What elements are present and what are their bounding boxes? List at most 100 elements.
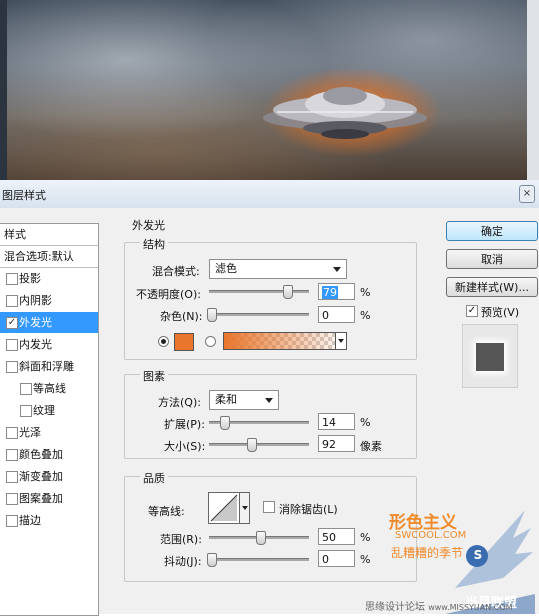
style-item[interactable]: 描边 [0, 510, 98, 531]
contour-curve-icon [210, 494, 238, 522]
style-item-label: 纹理 [33, 404, 55, 417]
blend-options-label: 混合选项:默认 [4, 250, 74, 263]
style-item-label: 描边 [19, 514, 41, 527]
contour-label: 等高线: [148, 505, 185, 518]
method-select[interactable]: 柔和 [209, 390, 279, 410]
style-preview-box [462, 324, 518, 388]
range-slider[interactable] [209, 531, 309, 545]
style-item[interactable]: 颜色叠加 [0, 444, 98, 465]
jitter-slider[interactable] [207, 553, 309, 567]
new-style-button[interactable]: 新建样式(W)... [446, 277, 538, 297]
style-item-checkbox[interactable] [6, 427, 18, 439]
solid-color-radio[interactable] [158, 336, 169, 347]
opacity-slider-thumb[interactable] [283, 285, 293, 299]
blend-mode-value: 滤色 [215, 262, 237, 275]
watermark: 形色主义 SWCOOL.COM 乱糟糟的季节 S 当月联盟 思缘设计论坛 www… [365, 508, 535, 614]
range-input[interactable]: 50 [318, 528, 355, 545]
opacity-value: 79 [322, 286, 338, 299]
style-item-checkbox[interactable] [6, 295, 18, 307]
noise-input[interactable]: 0 [318, 306, 355, 323]
preview-label: 预览(V) [481, 306, 520, 319]
size-slider-thumb[interactable] [247, 438, 257, 452]
chevron-down-icon [242, 506, 248, 510]
style-item[interactable]: 光泽 [0, 422, 98, 443]
antialias-checkbox[interactable] [263, 501, 275, 513]
noise-slider-thumb[interactable] [207, 308, 217, 322]
contour-dropdown[interactable] [239, 493, 249, 523]
style-preview-swatch [476, 343, 504, 371]
style-item-checkbox[interactable] [6, 339, 18, 351]
canvas-edge-left [0, 0, 7, 180]
gradient-picker[interactable] [223, 332, 347, 350]
jitter-input[interactable]: 0 [318, 550, 355, 567]
style-item[interactable]: 图案叠加 [0, 488, 98, 509]
dialog-title-bar[interactable]: 图层样式 × [0, 180, 539, 209]
style-item[interactable]: 等高线 [0, 378, 98, 399]
style-item-label: 投影 [19, 272, 41, 285]
glow-color-swatch[interactable] [174, 333, 194, 351]
watermark-slogan: 乱糟糟的季节 [391, 546, 464, 560]
spread-slider-thumb[interactable] [220, 416, 230, 430]
spread-input[interactable]: 14 [318, 413, 355, 430]
blend-mode-select[interactable]: 滤色 [209, 259, 347, 279]
spread-slider[interactable] [209, 416, 309, 430]
opacity-slider[interactable] [209, 285, 309, 299]
style-item-label: 外发光 [19, 316, 52, 329]
noise-label: 杂色(N): [160, 310, 203, 323]
size-slider[interactable] [209, 438, 309, 452]
opacity-label: 不透明度(O): [136, 288, 201, 301]
style-item-checkbox[interactable] [6, 273, 18, 285]
style-item-checkbox[interactable] [20, 405, 32, 417]
style-item-label: 等高线 [33, 382, 66, 395]
style-item-label: 图案叠加 [19, 492, 63, 505]
close-button[interactable]: × [519, 185, 535, 203]
quality-title: 品质 [140, 470, 168, 486]
gradient-dropdown[interactable] [335, 333, 346, 349]
style-item[interactable]: ✓ 外发光 [0, 312, 98, 333]
style-item[interactable]: 渐变叠加 [0, 466, 98, 487]
style-item-checkbox[interactable]: ✓ [6, 317, 18, 329]
style-item-label: 内阴影 [19, 294, 52, 307]
style-item-checkbox[interactable] [20, 383, 32, 395]
style-item-checkbox[interactable] [6, 515, 18, 527]
style-item[interactable]: 投影 [0, 268, 98, 289]
chevron-down-icon [333, 267, 341, 272]
check-icon: ✓ [7, 317, 17, 328]
gradient-radio[interactable] [205, 336, 216, 347]
opacity-unit: % [360, 286, 371, 299]
style-item-label: 内发光 [19, 338, 52, 351]
opacity-input[interactable]: 79 [318, 283, 355, 300]
noise-unit: % [360, 309, 371, 322]
canvas-preview-image [7, 0, 527, 180]
style-item[interactable]: 纹理 [0, 400, 98, 421]
range-unit: % [360, 531, 371, 544]
noise-slider[interactable] [207, 308, 309, 322]
jitter-slider-thumb[interactable] [207, 553, 217, 567]
style-item[interactable]: 斜面和浮雕 [0, 356, 98, 377]
antialias-label: 消除锯齿(L) [279, 503, 338, 516]
range-slider-thumb[interactable] [256, 531, 266, 545]
size-input[interactable]: 92 [318, 435, 355, 452]
preview-checkbox[interactable]: ✓ [466, 305, 478, 317]
cancel-button[interactable]: 取消 [446, 249, 538, 269]
style-item[interactable]: 内阴影 [0, 290, 98, 311]
styles-header[interactable]: 样式 [0, 224, 98, 246]
structure-title: 结构 [140, 236, 168, 252]
method-value: 柔和 [215, 393, 237, 406]
blend-options-default[interactable]: 混合选项:默认 [0, 246, 98, 268]
contour-picker[interactable] [208, 492, 250, 524]
styles-header-label: 样式 [4, 228, 26, 241]
dialog-title: 图层样式 [2, 189, 46, 202]
style-item-checkbox[interactable] [6, 471, 18, 483]
style-item-checkbox[interactable] [6, 449, 18, 461]
style-item-checkbox[interactable] [6, 493, 18, 505]
chevron-down-icon [338, 339, 344, 343]
style-item-label: 斜面和浮雕 [19, 360, 74, 373]
style-item-label: 渐变叠加 [19, 470, 63, 483]
style-item[interactable]: 内发光 [0, 334, 98, 355]
range-label: 范围(R): [160, 533, 202, 546]
canvas-edge-right [527, 0, 539, 180]
watermark-badge: S [473, 548, 483, 562]
style-item-checkbox[interactable] [6, 361, 18, 373]
ok-button[interactable]: 确定 [446, 221, 538, 241]
